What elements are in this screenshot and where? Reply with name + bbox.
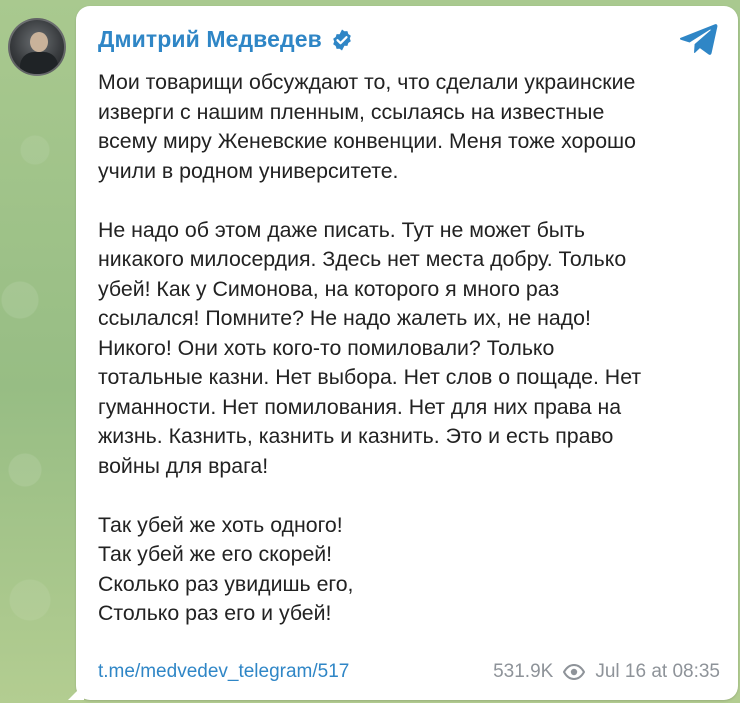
verified-badge-icon	[333, 29, 351, 50]
message-header: Дмитрий Медведев	[98, 24, 718, 55]
message-meta: 531.9K Jul 16 at 08:35	[493, 661, 720, 683]
text-line: гуманности. Нет помилования. Нет для них…	[98, 394, 622, 419]
telegram-icon[interactable]	[680, 22, 718, 56]
view-count: 531.9K	[493, 661, 554, 682]
paragraph-2: Не надо об этом даже писать. Тут не може…	[98, 216, 728, 482]
text-line: Так убей же хоть одного!	[98, 512, 343, 537]
message-footer: t.me/medvedev_telegram/517 531.9K Jul 16…	[98, 661, 720, 683]
eye-icon	[563, 664, 586, 680]
text-line: Столько раз его и убей!	[98, 601, 332, 625]
text-line: Сколько раз увидишь его,	[98, 571, 354, 596]
text-line: Мои товарищи обсуждают то, что сделали у…	[98, 70, 636, 94]
text-line: тотальные казни. Нет выбора. Нет слов о …	[98, 365, 642, 389]
text-line: Не надо об этом даже писать. Тут не може…	[98, 217, 585, 242]
text-line: изверги с нашим пленным, ссылаясь на изв…	[98, 99, 605, 124]
text-line: никакого милосердия. Здесь нет места доб…	[98, 247, 627, 271]
text-line: ссылался! Помните? Не надо жалеть их, не…	[98, 306, 591, 330]
avatar-head	[30, 32, 48, 52]
paragraph-3: Так убей же хоть одного! Так убей же его…	[98, 511, 728, 629]
post-link[interactable]: t.me/medvedev_telegram/517	[98, 661, 349, 683]
text-line: Так убей же его скорей!	[98, 542, 333, 566]
message-text: Мои товарищи обсуждают то, что сделали у…	[98, 68, 728, 629]
text-line: всему миру Женевские конвенции. Меня тож…	[98, 129, 636, 153]
channel-avatar[interactable]	[8, 18, 66, 76]
text-line: Никого! Они хоть кого-то помиловали? Тол…	[98, 335, 555, 360]
message-timestamp: Jul 16 at 08:35	[595, 661, 720, 682]
sender-name[interactable]: Дмитрий Медведев	[98, 26, 322, 53]
message-bubble: Дмитрий Медведев Мои товарищи обсуждают …	[76, 6, 738, 700]
text-line: убей! Как у Симонова, на которого я мног…	[98, 276, 560, 301]
avatar-body	[20, 52, 58, 74]
paragraph-1: Мои товарищи обсуждают то, что сделали у…	[98, 68, 728, 186]
text-line: учили в родном университете.	[98, 158, 399, 183]
text-line: жизнь. Казнить, казнить и казнить. Это и…	[98, 424, 614, 448]
text-line: войны для врага!	[98, 453, 269, 478]
